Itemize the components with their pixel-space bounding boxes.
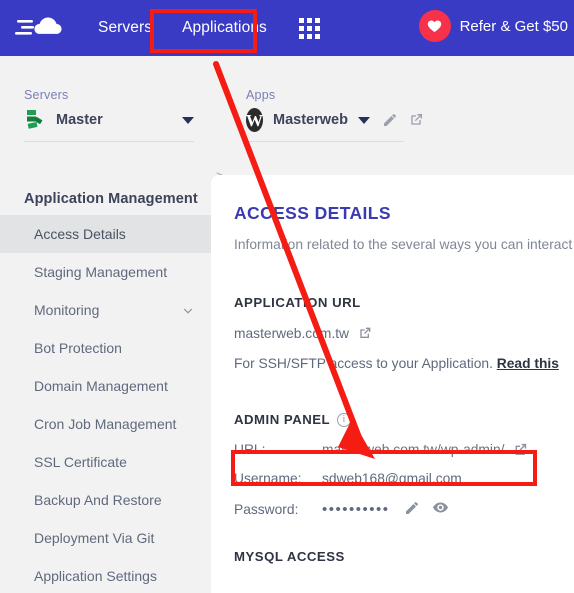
read-this-link[interactable]: Read this xyxy=(497,356,559,371)
breadcrumb-servers-label: Servers xyxy=(24,88,69,102)
sidebar-item-staging-management[interactable]: Staging Management xyxy=(0,253,211,291)
sidebar: Application Management Access Details St… xyxy=(0,171,211,593)
breadcrumb-apps-label: Apps xyxy=(246,88,276,102)
sidebar-item-label: Monitoring xyxy=(34,302,100,318)
admin-url-label: URL: xyxy=(234,442,266,457)
chevron-down-icon[interactable] xyxy=(357,116,370,124)
eye-glyph xyxy=(432,502,448,513)
external-link-glyph xyxy=(360,327,371,338)
external-link-icon[interactable] xyxy=(512,441,529,458)
access-details-panel: ACCESS DETAILS Information related to th… xyxy=(211,175,574,593)
heart-icon xyxy=(418,10,451,42)
app-grid-icon[interactable] xyxy=(298,17,320,39)
breadcrumb-servers-underline xyxy=(24,141,194,142)
admin-username-row: Username: sdweb168@gmail.com xyxy=(234,471,574,486)
sidebar-item-ssl-certificate[interactable]: SSL Certificate xyxy=(0,443,211,481)
pencil-icon[interactable] xyxy=(404,500,420,519)
chevron-down-glyph xyxy=(183,308,193,314)
admin-username-label: Username: xyxy=(234,471,302,486)
breadcrumb-apps: Apps W Masterweb xyxy=(246,88,422,142)
refer-label: Refer & Get $50 xyxy=(459,17,568,35)
sidebar-item-access-details[interactable]: Access Details xyxy=(0,215,211,253)
breadcrumb-servers-value: Master xyxy=(56,112,103,128)
nav-servers[interactable]: Servers xyxy=(96,13,154,43)
pencil-icon[interactable] xyxy=(382,112,398,128)
wordpress-icon: W xyxy=(246,108,263,132)
server-stack-icon xyxy=(24,108,46,132)
external-link-icon[interactable] xyxy=(408,112,424,128)
pencil-glyph xyxy=(383,114,396,126)
sidebar-item-label: Backup And Restore xyxy=(34,492,162,508)
page-title: ACCESS DETAILS xyxy=(234,203,391,223)
sidebar-item-label: Application Settings xyxy=(34,568,157,584)
section-admin-panel-title: ADMIN PANEL i xyxy=(234,412,574,427)
admin-password-label: Password: xyxy=(234,501,299,517)
admin-password-value: •••••••••• xyxy=(322,500,390,518)
sidebar-item-label: Bot Protection xyxy=(34,340,122,356)
page-subtitle: Information related to the several ways … xyxy=(234,237,573,252)
breadcrumb-apps-underline xyxy=(246,141,404,142)
top-navigation-bar: Servers Applications Refer & Get $50 xyxy=(0,0,574,56)
info-circle-icon[interactable]: i xyxy=(337,412,352,427)
refer-and-get-button[interactable]: Refer & Get $50 xyxy=(418,10,568,42)
sidebar-item-monitoring[interactable]: Monitoring xyxy=(0,291,211,329)
admin-url-row: URL: masterweb.com.tw/wp-admin/ xyxy=(234,441,574,458)
chevron-down-icon[interactable] xyxy=(182,116,194,124)
sidebar-item-backup-and-restore[interactable]: Backup And Restore xyxy=(0,481,211,519)
breadcrumb-apps-value: Masterweb xyxy=(273,112,348,128)
admin-password-row: Password: •••••••••• xyxy=(234,499,574,519)
external-link-glyph xyxy=(411,114,422,125)
sidebar-item-label: Access Details xyxy=(34,226,126,242)
admin-username-value: sdweb168@gmail.com xyxy=(322,471,462,486)
sidebar-item-label: Cron Job Management xyxy=(34,416,177,432)
sidebar-item-bot-protection[interactable]: Bot Protection xyxy=(0,329,211,367)
cloud-logo-svg xyxy=(15,17,62,35)
screenshot-root: Servers Applications Refer & Get $50 Ser… xyxy=(0,0,574,593)
admin-url-value[interactable]: masterweb.com.tw/wp-admin/ xyxy=(322,442,504,457)
pencil-glyph xyxy=(405,501,418,514)
eye-icon[interactable] xyxy=(432,499,449,519)
chevron-down-icon[interactable] xyxy=(181,304,193,316)
sidebar-item-cron-job-management[interactable]: Cron Job Management xyxy=(0,405,211,443)
sidebar-item-domain-management[interactable]: Domain Management xyxy=(0,367,211,405)
external-link-glyph xyxy=(516,443,527,455)
breadcrumb-servers: Servers Master xyxy=(24,88,194,142)
sidebar-item-label: Domain Management xyxy=(34,378,168,394)
server-stack-glyph xyxy=(27,110,43,129)
application-url-row: masterweb.com.tw xyxy=(234,325,574,341)
section-application-url-title: APPLICATION URL xyxy=(234,295,361,310)
sidebar-title: Application Management xyxy=(24,191,198,207)
application-url-value[interactable]: masterweb.com.tw xyxy=(234,326,349,341)
sidebar-item-label: Deployment Via Git xyxy=(34,530,155,546)
sidebar-item-deployment-via-git[interactable]: Deployment Via Git xyxy=(0,519,211,557)
ssh-sftp-text: For SSH/SFTP access to your Application. xyxy=(234,356,493,371)
breadcrumb-apps-row[interactable]: W Masterweb xyxy=(246,108,422,132)
breadcrumb-servers-row[interactable]: Master xyxy=(24,108,194,132)
admin-password-actions xyxy=(404,499,449,519)
cloudways-cloud-logo[interactable] xyxy=(14,11,76,45)
sidebar-item-application-settings[interactable]: Application Settings xyxy=(0,557,211,593)
external-link-icon[interactable] xyxy=(357,325,373,341)
ssh-sftp-note: For SSH/SFTP access to your Application.… xyxy=(234,356,574,371)
breadcrumb-apps-actions xyxy=(382,112,424,128)
heart-glyph xyxy=(427,20,442,32)
admin-panel-title-text: ADMIN PANEL xyxy=(234,412,331,427)
section-mysql-access-title: MYSQL ACCESS xyxy=(234,549,345,564)
sidebar-item-label: Staging Management xyxy=(34,264,168,280)
breadcrumb: Servers Master > Apps W xyxy=(0,56,574,185)
sidebar-item-label: SSL Certificate xyxy=(34,454,127,470)
nav-applications[interactable]: Applications xyxy=(180,13,269,43)
